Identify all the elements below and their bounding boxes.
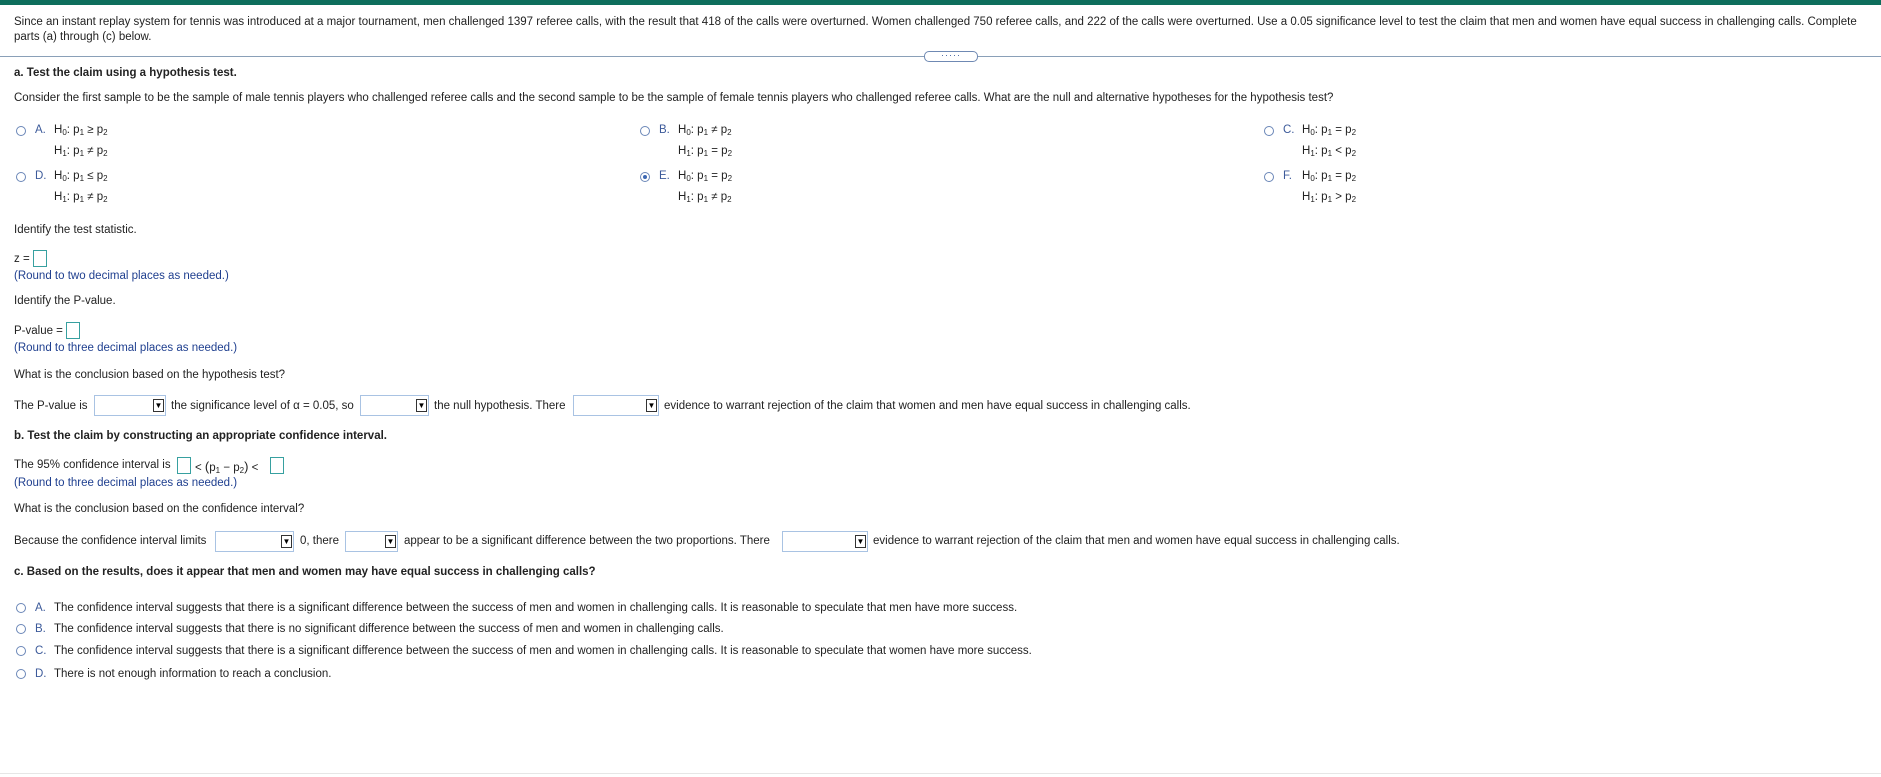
sentence-a-part1: The P-value is — [14, 400, 88, 412]
pvalue-rounding-hint: (Round to three decimal places as needed… — [14, 342, 238, 354]
ci-label: The 95% confidence interval is — [14, 459, 171, 471]
hypothesis-option-text: H0: p1 ≥ p2 H1: p1 ≠ p2 — [54, 121, 108, 163]
conclusion-option-c-radio[interactable] — [16, 646, 26, 656]
null-hypothesis: H0: p1 = p2 — [678, 170, 733, 183]
hypothesis-option-letter: C. — [1283, 124, 1295, 136]
null-hypothesis: H0: p1 = p2 — [1302, 124, 1357, 137]
hypothesis-option-b-radio[interactable] — [640, 126, 650, 136]
sentence-a-part3: the null hypothesis. There — [434, 400, 566, 412]
null-hypothesis: H0: p1 ≤ p2 — [54, 170, 108, 183]
conclusion-option-text: The confidence interval suggests that th… — [54, 623, 724, 635]
alternative-hypothesis: H1: p1 ≠ p2 — [54, 191, 108, 204]
conclusion-option-text: The confidence interval suggests that th… — [54, 602, 1018, 614]
subscript-1: 1 — [215, 466, 221, 475]
sentence-b-part1: Because the confidence interval limits — [14, 535, 207, 547]
conclusion-option-letter: B. — [35, 623, 46, 635]
hypothesis-option-a-radio[interactable] — [16, 126, 26, 136]
conclusion-option-text: There is not enough information to reach… — [54, 668, 332, 680]
hypothesis-option-letter: B. — [659, 124, 670, 136]
hypothesis-option-letter: D. — [35, 170, 47, 182]
conclusion-option-b-radio[interactable] — [16, 624, 26, 634]
conclusion-option-letter: D. — [35, 668, 47, 680]
sentence-a-part4: evidence to warrant rejection of the cla… — [664, 400, 1191, 412]
test-statistic-prompt: Identify the test statistic. — [14, 224, 137, 236]
hypothesis-option-d-radio[interactable] — [16, 172, 26, 182]
hypothesis-option-text: H0: p1 = p2 H1: p1 > p2 — [1302, 167, 1356, 209]
ci-upper-input[interactable] — [270, 457, 284, 474]
evidence-dropdown-a[interactable]: ▼ — [573, 395, 659, 416]
alternative-hypothesis: H1: p1 ≠ p2 — [54, 145, 108, 158]
hypothesis-option-e-radio[interactable] — [640, 172, 650, 182]
dropdown-arrow-icon: ▼ — [416, 399, 427, 412]
top-accent-bar — [0, 0, 1881, 5]
conclusion-option-d-radio[interactable] — [16, 669, 26, 679]
part-c-heading: c. Based on the results, does it appear … — [14, 566, 596, 578]
z-rounding-hint: (Round to two decimal places as needed.) — [14, 270, 229, 282]
sentence-b-part2: 0, there — [300, 535, 339, 547]
hypothesis-option-text: H0: p1 = p2 H1: p1 ≠ p2 — [678, 167, 732, 209]
ci-minus: − — [223, 462, 231, 474]
difference-dropdown[interactable]: ▼ — [345, 531, 398, 552]
z-input[interactable] — [33, 250, 47, 267]
pvalue-input[interactable] — [66, 322, 80, 339]
pvalue-comparison-dropdown[interactable]: ▼ — [94, 395, 166, 416]
z-label: z = — [14, 253, 30, 265]
conclusion-option-letter: A. — [35, 602, 46, 614]
ci-less-than: < — [195, 462, 202, 474]
alternative-hypothesis: H1: p1 ≠ p2 — [678, 191, 732, 204]
dropdown-arrow-icon: ▼ — [646, 399, 657, 412]
conclusion-option-text: The confidence interval suggests that th… — [54, 645, 1032, 657]
pvalue-prompt: Identify the P-value. — [14, 295, 116, 307]
alternative-hypothesis: H1: p1 < p2 — [1302, 145, 1357, 158]
null-hypothesis: H0: p1 = p2 — [1302, 170, 1357, 183]
conclusion-option-letter: C. — [35, 645, 47, 657]
dropdown-arrow-icon: ▼ — [281, 535, 292, 548]
alternative-hypothesis: H1: p1 > p2 — [1302, 191, 1357, 204]
bottom-divider — [0, 773, 1881, 774]
ci-conclusion-prompt: What is the conclusion based on the conf… — [14, 503, 305, 515]
expand-toggle-button[interactable]: ····· — [924, 51, 978, 62]
hypothesis-option-letter: F. — [1283, 170, 1292, 182]
part-a-heading: a. Test the claim using a hypothesis tes… — [14, 67, 237, 79]
dropdown-arrow-icon: ▼ — [855, 535, 866, 548]
null-hypothesis: H0: p1 ≠ p2 — [678, 124, 732, 137]
hypothesis-option-text: H0: p1 ≠ p2 H1: p1 = p2 — [678, 121, 732, 163]
null-decision-dropdown[interactable]: ▼ — [360, 395, 429, 416]
null-hypothesis: H0: p1 ≥ p2 — [54, 124, 108, 137]
pvalue-label: P-value = — [14, 325, 63, 337]
hypothesis-conclusion-prompt: What is the conclusion based on the hypo… — [14, 369, 286, 381]
hypothesis-option-letter: A. — [35, 124, 46, 136]
problem-statement: Since an instant replay system for tenni… — [14, 16, 1857, 43]
hypotheses-question: Consider the first sample to be the samp… — [14, 92, 1334, 104]
hypothesis-option-f-radio[interactable] — [1264, 172, 1274, 182]
hypothesis-option-c-radio[interactable] — [1264, 126, 1274, 136]
ci-less-than-2: < — [251, 462, 259, 474]
evidence-dropdown-b[interactable]: ▼ — [782, 531, 868, 552]
sentence-a-part2: the significance level of α = 0.05, so — [171, 400, 354, 412]
hypothesis-option-text: H0: p1 = p2 H1: p1 < p2 — [1302, 121, 1356, 163]
ci-expression: < (p1 − p2) < — [195, 459, 259, 475]
ci-rounding-hint: (Round to three decimal places as needed… — [14, 477, 238, 489]
part-b-heading: b. Test the claim by constructing an app… — [14, 430, 387, 442]
dropdown-arrow-icon: ▼ — [153, 399, 164, 412]
ci-limits-dropdown[interactable]: ▼ — [215, 531, 294, 552]
hypothesis-option-text: H0: p1 ≤ p2 H1: p1 ≠ p2 — [54, 167, 108, 209]
dropdown-arrow-icon: ▼ — [385, 535, 396, 548]
ci-lower-input[interactable] — [177, 457, 191, 474]
conclusion-option-a-radio[interactable] — [16, 603, 26, 613]
sentence-b-part4: evidence to warrant rejection of the cla… — [873, 535, 1400, 547]
sentence-b-part3: appear to be a significant difference be… — [404, 535, 770, 547]
alternative-hypothesis: H1: p1 = p2 — [678, 145, 733, 158]
hypothesis-option-letter: E. — [659, 170, 670, 182]
